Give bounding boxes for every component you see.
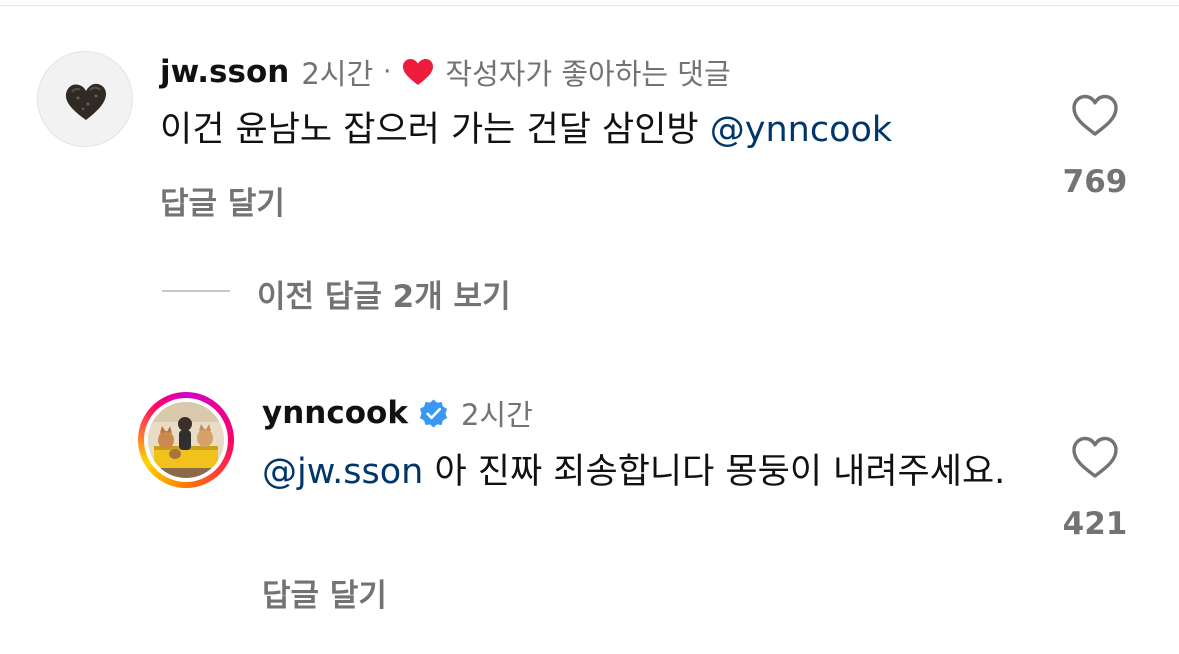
- comment-meta: jw.sson 2시간 · 작성자가 좋아하는 댓글: [160, 52, 731, 92]
- timestamp: 2시간: [301, 57, 374, 91]
- like-heart-icon[interactable]: [1070, 92, 1120, 138]
- reply-button[interactable]: 답글 달기: [160, 178, 285, 223]
- top-divider: [0, 5, 1179, 6]
- like-heart-icon[interactable]: [1070, 434, 1120, 480]
- avatar[interactable]: [148, 402, 224, 478]
- verified-badge-icon: [419, 399, 447, 427]
- mention-link[interactable]: @jw.sson: [262, 452, 423, 492]
- comment-body: 아 진짜 죄송합니다 몽둥이 내려주세요.: [423, 452, 1006, 492]
- creator-liked-label: 작성자가 좋아하는 댓글: [445, 57, 731, 91]
- username[interactable]: jw.sson: [160, 54, 289, 90]
- timestamp: 2시간: [460, 398, 533, 432]
- story-ring[interactable]: [138, 392, 234, 488]
- like-count: 769: [1062, 164, 1128, 200]
- comment-text: @jw.sson 아 진짜 죄송합니다 몽둥이 내려주세요.: [262, 445, 1052, 500]
- reply-button[interactable]: 답글 달기: [262, 570, 387, 615]
- like-count: 421: [1062, 506, 1128, 542]
- avatar[interactable]: [37, 51, 133, 147]
- view-previous-label[interactable]: 이전 답글 2개 보기: [257, 271, 511, 316]
- username[interactable]: ynncook: [262, 395, 408, 431]
- separator-dot: ·: [383, 57, 392, 87]
- comments-section: jw.sson 2시간 · 작성자가 좋아하는 댓글 이건 윤남노 잡으러 가는…: [0, 0, 1179, 654]
- creator-liked-heart-icon: [403, 59, 434, 85]
- dogs-photo-icon: [148, 402, 224, 478]
- comment-text: 이건 윤남노 잡으러 가는 건달 삼인방 @ynncook: [160, 103, 1040, 158]
- mention-link[interactable]: @ynncook: [710, 110, 892, 150]
- heart-object-icon: [65, 83, 106, 120]
- comment-body: 이건 윤남노 잡으러 가는 건달 삼인방: [160, 110, 710, 150]
- comment-meta: ynncook 2시간: [262, 393, 533, 433]
- view-previous-line: [162, 290, 230, 292]
- story-ring-inner: [144, 398, 228, 482]
